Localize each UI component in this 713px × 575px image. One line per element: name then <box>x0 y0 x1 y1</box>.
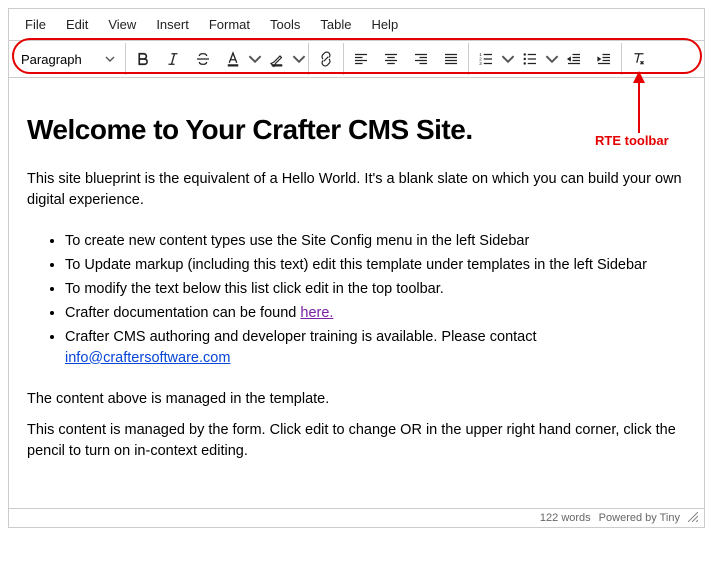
menu-edit[interactable]: Edit <box>56 11 98 38</box>
block-format-label: Paragraph <box>21 52 82 67</box>
rte-editor: File Edit View Insert Format Tools Table… <box>8 8 705 528</box>
unordered-list-button[interactable] <box>515 45 545 73</box>
svg-text:3: 3 <box>479 61 482 66</box>
menu-tools[interactable]: Tools <box>260 11 310 38</box>
align-left-button[interactable] <box>346 45 376 73</box>
template-note: The content above is managed in the temp… <box>27 389 686 410</box>
outdent-button[interactable] <box>559 45 589 73</box>
chevron-down-icon <box>292 50 306 68</box>
menu-format[interactable]: Format <box>199 11 260 38</box>
block-format-select[interactable]: Paragraph <box>13 48 123 71</box>
menu-file[interactable]: File <box>15 11 56 38</box>
indent-button[interactable] <box>589 45 619 73</box>
list-item: To Update markup (including this text) e… <box>65 255 686 276</box>
italic-button[interactable] <box>158 45 188 73</box>
link-button[interactable] <box>311 45 341 73</box>
resize-handle-icon[interactable] <box>688 512 698 522</box>
list-item: Crafter documentation can be found here. <box>65 303 686 324</box>
list-item: To modify the text below this list click… <box>65 279 686 300</box>
doc-link[interactable]: here. <box>300 305 333 321</box>
intro-paragraph: This site blueprint is the equivalent of… <box>27 169 686 211</box>
align-center-button[interactable] <box>376 45 406 73</box>
clear-formatting-button[interactable] <box>624 45 654 73</box>
ordered-list-button[interactable]: 123 <box>471 45 501 73</box>
bullet-list: To create new content types use the Site… <box>27 231 686 369</box>
unordered-list-menu[interactable] <box>545 45 559 73</box>
menubar: File Edit View Insert Format Tools Table… <box>9 9 704 41</box>
ordered-list-menu[interactable] <box>501 45 515 73</box>
email-link[interactable]: info@craftersoftware.com <box>65 350 230 366</box>
menu-help[interactable]: Help <box>361 11 408 38</box>
page-heading: Welcome to Your Crafter CMS Site. <box>27 110 686 151</box>
form-note: This content is managed by the form. Cli… <box>27 420 686 462</box>
chevron-down-icon <box>105 54 115 64</box>
align-right-button[interactable] <box>406 45 436 73</box>
word-count: 122 words <box>540 512 591 524</box>
highlight-menu[interactable] <box>292 45 306 73</box>
chevron-down-icon <box>545 50 559 68</box>
align-justify-button[interactable] <box>436 45 466 73</box>
strikethrough-button[interactable] <box>188 45 218 73</box>
chevron-down-icon <box>501 50 515 68</box>
statusbar: 122 words Powered by Tiny <box>9 508 704 527</box>
menu-table[interactable]: Table <box>310 11 361 38</box>
editor-content[interactable]: Welcome to Your Crafter CMS Site. This s… <box>9 78 704 508</box>
menu-view[interactable]: View <box>98 11 146 38</box>
text-color-button[interactable] <box>218 45 248 73</box>
chevron-down-icon <box>248 50 262 68</box>
menu-insert[interactable]: Insert <box>146 11 199 38</box>
text-color-menu[interactable] <box>248 45 262 73</box>
bold-button[interactable] <box>128 45 158 73</box>
list-item: To create new content types use the Site… <box>65 231 686 252</box>
highlight-button[interactable] <box>262 45 292 73</box>
list-item: Crafter CMS authoring and developer trai… <box>65 327 686 369</box>
powered-by[interactable]: Powered by Tiny <box>599 512 680 524</box>
rte-toolbar: Paragraph <box>9 41 704 78</box>
